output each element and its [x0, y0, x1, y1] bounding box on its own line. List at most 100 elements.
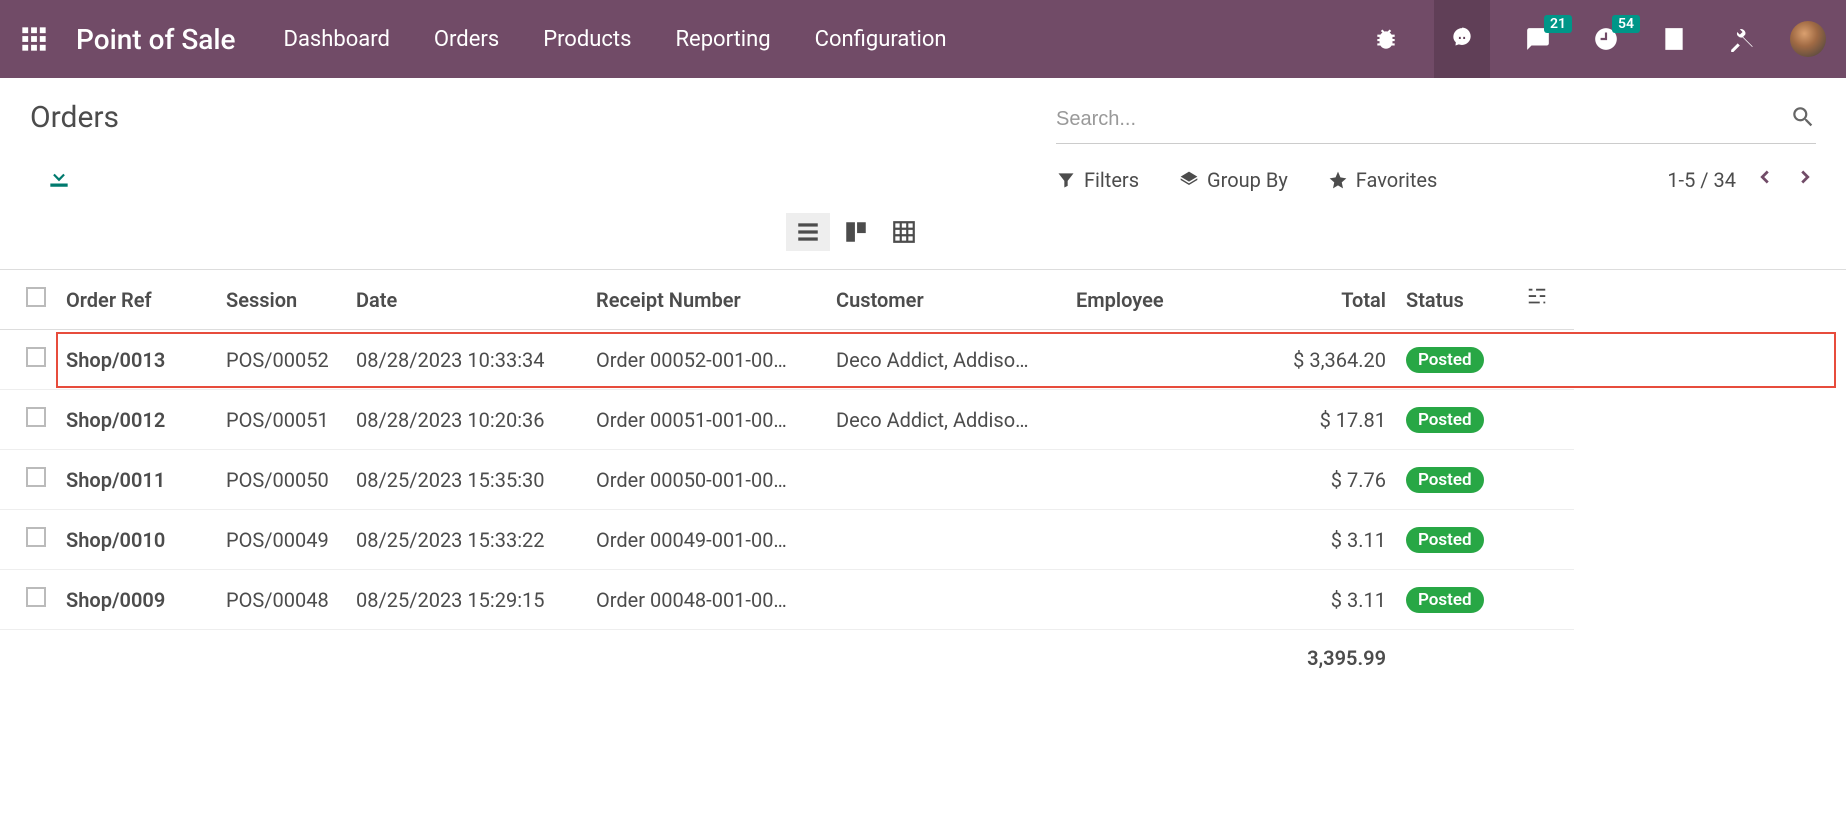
col-employee[interactable]: Employee	[1066, 270, 1266, 330]
cell-employee	[1066, 390, 1266, 450]
cell-customer: Deco Addict, Addiso…	[826, 330, 1066, 390]
phone-icon[interactable]	[1434, 0, 1490, 78]
col-receipt[interactable]: Receipt Number	[586, 270, 826, 330]
cell-total: $ 17.81	[1266, 390, 1396, 450]
groupby-button[interactable]: Group By	[1179, 168, 1288, 192]
main-navbar: Point of Sale Dashboard Orders Products …	[0, 0, 1846, 78]
cell-receipt: Order 00049-001-00…	[586, 510, 826, 570]
table-row[interactable]: Shop/0009 POS/00048 08/25/2023 15:29:15 …	[0, 570, 1846, 630]
layers-icon	[1179, 170, 1199, 190]
favorites-label: Favorites	[1356, 168, 1438, 192]
row-checkbox[interactable]	[26, 587, 46, 607]
col-total[interactable]: Total	[1266, 270, 1396, 330]
col-date[interactable]: Date	[346, 270, 586, 330]
nav-item-products[interactable]: Products	[543, 27, 631, 52]
app-title[interactable]: Point of Sale	[76, 23, 236, 56]
row-checkbox[interactable]	[26, 467, 46, 487]
status-badge: Posted	[1406, 467, 1484, 493]
kanban-icon	[843, 219, 869, 245]
filters-label: Filters	[1084, 168, 1139, 192]
cell-employee	[1066, 330, 1266, 390]
tools-icon[interactable]	[1722, 19, 1762, 59]
table-row[interactable]: Shop/0013 POS/00052 08/28/2023 10:33:34 …	[0, 330, 1846, 390]
pager-prev[interactable]	[1754, 166, 1776, 193]
view-switch	[0, 195, 1846, 269]
activities-icon[interactable]: 54	[1586, 19, 1626, 59]
list-view-button[interactable]	[786, 213, 830, 251]
cell-total: $ 3.11	[1266, 570, 1396, 630]
cell-receipt: Order 00048-001-00…	[586, 570, 826, 630]
status-badge: Posted	[1406, 407, 1484, 433]
kanban-view-button[interactable]	[834, 213, 878, 251]
status-badge: Posted	[1406, 347, 1484, 373]
cell-ref: Shop/0013	[56, 330, 216, 390]
cell-employee	[1066, 510, 1266, 570]
nav-item-configuration[interactable]: Configuration	[815, 27, 947, 52]
search-area	[1056, 100, 1816, 144]
pager-next[interactable]	[1794, 166, 1816, 193]
cell-receipt: Order 00050-001-00…	[586, 450, 826, 510]
page-title: Orders	[30, 100, 119, 135]
apps-icon[interactable]	[20, 25, 48, 53]
status-badge: Posted	[1406, 587, 1484, 613]
col-customer[interactable]: Customer	[826, 270, 1066, 330]
groupby-label: Group By	[1207, 168, 1288, 192]
col-order-ref[interactable]: Order Ref	[56, 270, 216, 330]
funnel-icon	[1056, 170, 1076, 190]
row-checkbox[interactable]	[26, 347, 46, 367]
search-input[interactable]	[1056, 108, 1790, 131]
row-checkbox[interactable]	[26, 527, 46, 547]
row-checkbox[interactable]	[26, 407, 46, 427]
nav-menu: Dashboard Orders Products Reporting Conf…	[284, 27, 947, 52]
cell-date: 08/28/2023 10:33:34	[346, 330, 586, 390]
cell-employee	[1066, 450, 1266, 510]
cell-session: POS/00051	[216, 390, 346, 450]
avatar[interactable]	[1790, 21, 1826, 57]
footer-total: 3,395.99	[1266, 630, 1396, 687]
cell-customer	[826, 450, 1066, 510]
nav-item-reporting[interactable]: Reporting	[675, 27, 770, 52]
search-icon[interactable]	[1790, 104, 1816, 135]
cell-ref: Shop/0012	[56, 390, 216, 450]
filters-button[interactable]: Filters	[1056, 168, 1139, 192]
cell-date: 08/25/2023 15:35:30	[346, 450, 586, 510]
table-row[interactable]: Shop/0010 POS/00049 08/25/2023 15:33:22 …	[0, 510, 1846, 570]
orders-table: Order Ref Session Date Receipt Number Cu…	[0, 269, 1846, 686]
pager-range[interactable]: 1-5 / 34	[1667, 168, 1736, 192]
cell-session: POS/00050	[216, 450, 346, 510]
cell-date: 08/25/2023 15:33:22	[346, 510, 586, 570]
cell-session: POS/00048	[216, 570, 346, 630]
cell-total: $ 3,364.20	[1266, 330, 1396, 390]
bug-icon[interactable]	[1366, 19, 1406, 59]
cell-total: $ 3.11	[1266, 510, 1396, 570]
list-icon	[795, 219, 821, 245]
cell-ref: Shop/0011	[56, 450, 216, 510]
cell-ref: Shop/0009	[56, 570, 216, 630]
table-row[interactable]: Shop/0012 POS/00051 08/28/2023 10:20:36 …	[0, 390, 1846, 450]
download-icon[interactable]	[46, 164, 72, 195]
cell-employee	[1066, 570, 1266, 630]
page-header: Orders	[0, 78, 1846, 154]
cell-session: POS/00052	[216, 330, 346, 390]
cell-customer	[826, 510, 1066, 570]
table-row[interactable]: Shop/0011 POS/00050 08/25/2023 15:35:30 …	[0, 450, 1846, 510]
toolbar-row: Filters Group By Favorites 1-5 / 34	[0, 154, 1846, 195]
messages-icon[interactable]: 21	[1518, 19, 1558, 59]
cell-ref: Shop/0010	[56, 510, 216, 570]
building-icon[interactable]	[1654, 19, 1694, 59]
cell-date: 08/28/2023 10:20:36	[346, 390, 586, 450]
col-session[interactable]: Session	[216, 270, 346, 330]
pivot-view-button[interactable]	[882, 213, 926, 251]
column-config-icon[interactable]	[1526, 289, 1548, 313]
star-icon	[1328, 170, 1348, 190]
cell-receipt: Order 00052-001-00…	[586, 330, 826, 390]
cell-customer: Deco Addict, Addiso…	[826, 390, 1066, 450]
nav-item-dashboard[interactable]: Dashboard	[284, 27, 390, 52]
cell-date: 08/25/2023 15:29:15	[346, 570, 586, 630]
messages-badge: 21	[1544, 15, 1572, 33]
col-status[interactable]: Status	[1396, 270, 1516, 330]
nav-item-orders[interactable]: Orders	[434, 27, 499, 52]
favorites-button[interactable]: Favorites	[1328, 168, 1438, 192]
select-all-checkbox[interactable]	[26, 287, 46, 307]
cell-receipt: Order 00051-001-00…	[586, 390, 826, 450]
